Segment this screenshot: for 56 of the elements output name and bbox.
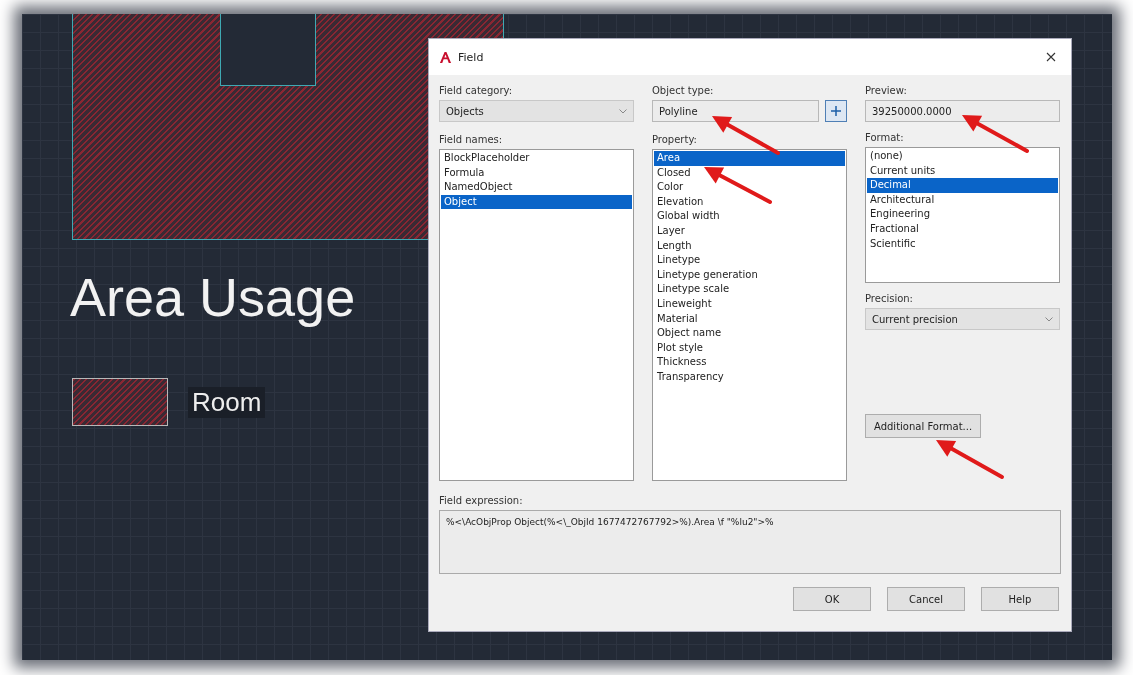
select-object-button[interactable] <box>825 100 847 122</box>
category-dropdown[interactable]: Objects <box>439 100 634 122</box>
list-item[interactable]: Area <box>654 151 845 166</box>
list-item[interactable]: Decimal <box>867 178 1058 193</box>
app-logo-icon <box>439 50 452 64</box>
dialog-button[interactable]: OK <box>793 587 871 611</box>
legend-label: Room <box>188 387 266 418</box>
list-item[interactable]: Fractional <box>867 221 1058 237</box>
field-label: Object type: <box>652 85 715 96</box>
list-item[interactable]: Lineweight <box>654 296 845 312</box>
precision-dropdown[interactable]: Current precision <box>865 308 1060 330</box>
field-label: Preview: <box>865 85 908 96</box>
list-item[interactable]: Object name <box>654 326 845 341</box>
arrow-drawing <box>704 167 772 204</box>
list-item[interactable]: BlockPlaceholder <box>441 151 632 166</box>
arrow-drawing <box>962 115 1029 153</box>
list-item[interactable]: Engineering <box>867 207 1058 222</box>
field-label: Precision: <box>865 293 914 304</box>
list-item[interactable]: Linetype <box>654 253 845 268</box>
dialog-button[interactable]: Help <box>981 587 1059 611</box>
list-item[interactable]: Color <box>654 180 845 195</box>
object-type-field[interactable]: Polyline <box>652 100 819 122</box>
drawing-title: Area Usage <box>70 266 356 328</box>
field-label: Field category: <box>439 85 514 96</box>
arrow-drawing <box>712 116 780 155</box>
list-item[interactable]: Object <box>441 194 632 210</box>
arrow-drawing <box>936 440 1004 479</box>
list-item[interactable]: Elevation <box>654 194 845 210</box>
expression-field[interactable]: %<\AcObjProp Object(%<\_ObjId 1677472767792>%).Area \f "%lu2">% <box>439 510 1061 574</box>
list-item[interactable]: Transparency <box>654 369 845 385</box>
field-label: Format: <box>865 132 905 143</box>
list-item[interactable]: Length <box>654 238 845 254</box>
list-item[interactable]: Linetype generation <box>654 267 845 283</box>
list-item[interactable]: Layer <box>654 223 845 239</box>
list-item[interactable]: Material <box>654 311 845 327</box>
list-item[interactable]: Current units <box>867 163 1058 179</box>
plus-icon <box>830 105 842 117</box>
preview-field: 39250000.0000 <box>865 100 1060 122</box>
chevron-icon <box>619 108 627 114</box>
additional-format-button[interactable]: Additional Format... <box>865 414 982 438</box>
list-item[interactable]: Linetype scale <box>654 282 845 297</box>
list-item[interactable]: Scientific <box>867 236 1058 252</box>
dialog-button[interactable]: Cancel <box>887 587 965 611</box>
list-item[interactable]: NamedObject <box>441 180 632 195</box>
field-label: Property: <box>652 134 698 145</box>
list-item[interactable]: Plot style <box>654 340 845 356</box>
chevron-icon <box>1045 316 1053 322</box>
list-item[interactable]: Architectural <box>867 192 1058 208</box>
list-item[interactable]: Closed <box>654 165 845 181</box>
list-item[interactable]: Global width <box>654 209 845 224</box>
field-label: Field names: <box>439 134 504 145</box>
field-label: Field expression: <box>439 495 524 506</box>
dialog-title: Field <box>458 50 485 64</box>
list-item[interactable]: (none) <box>867 149 1058 164</box>
list-item[interactable]: Thickness <box>654 355 845 370</box>
list-item[interactable]: Formula <box>441 165 632 181</box>
